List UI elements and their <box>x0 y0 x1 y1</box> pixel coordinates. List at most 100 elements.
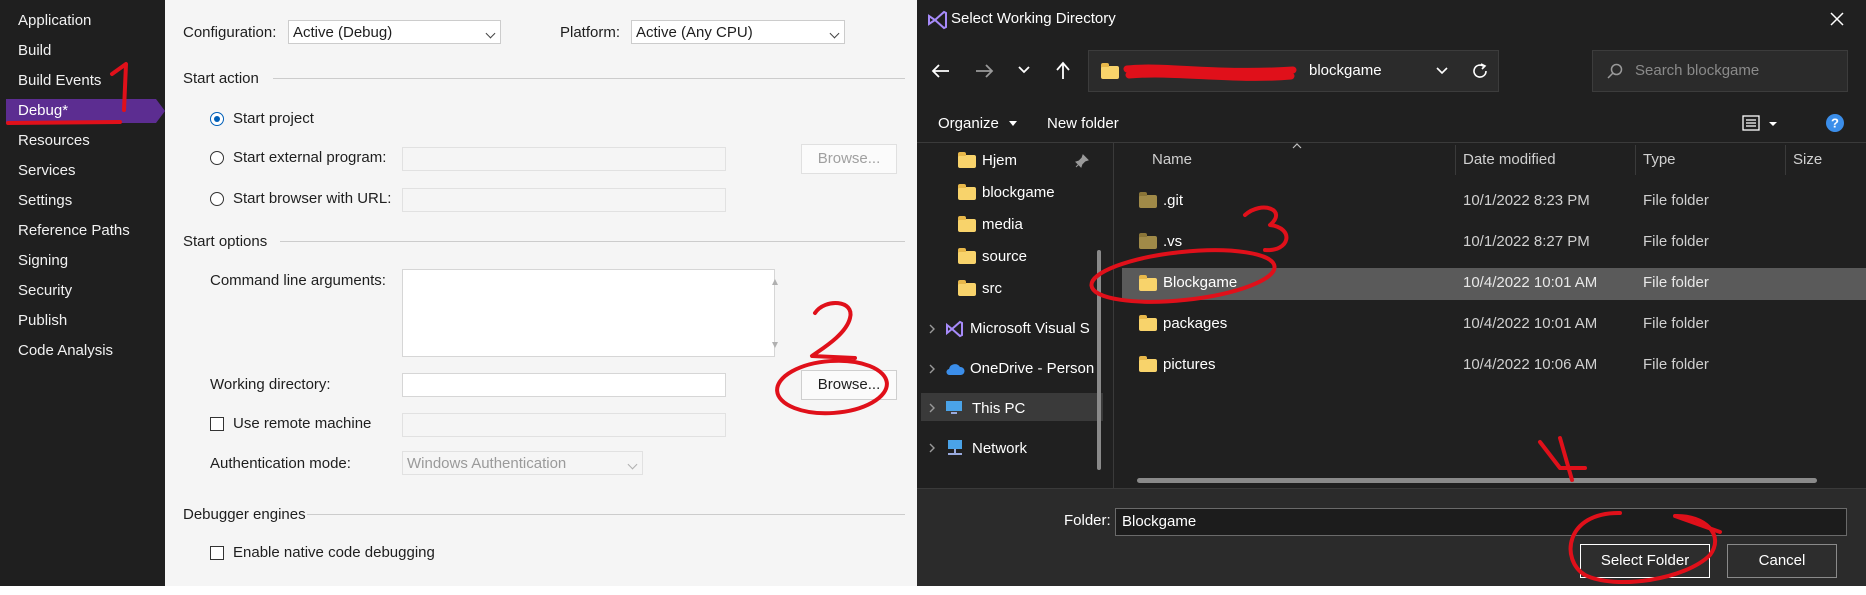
help-icon[interactable]: ? <box>1825 113 1845 133</box>
tree-item-source[interactable]: source <box>982 248 1027 265</box>
row-name: Blockgame <box>1163 274 1238 291</box>
platform-value: Active (Any CPU) <box>636 24 753 41</box>
search-icon <box>1607 63 1623 79</box>
start-project-radio[interactable] <box>210 112 224 126</box>
dialog-footer <box>917 489 1866 586</box>
back-icon[interactable] <box>931 64 950 78</box>
tree-item-microsoft-visual-studio[interactable]: Microsoft Visual S <box>970 320 1090 337</box>
column-divider[interactable] <box>1635 145 1636 175</box>
nav-item-label: Debug* <box>18 102 69 119</box>
browse-working-dir-button[interactable]: Browse... <box>801 370 897 400</box>
organize-menu[interactable]: Organize <box>938 115 999 132</box>
start-action-header: Start action <box>183 70 259 87</box>
computer-icon <box>946 401 962 414</box>
select-folder-button[interactable]: Select Folder <box>1580 544 1710 578</box>
nav-item-application[interactable]: Application <box>18 12 91 29</box>
tree-item-onedrive[interactable]: OneDrive - Person <box>970 360 1094 377</box>
expand-chevron-icon[interactable] <box>929 364 935 374</box>
tree-item-this-pc[interactable]: This PC <box>972 400 1025 417</box>
nav-item-settings[interactable]: Settings <box>18 192 72 209</box>
row-type: File folder <box>1643 192 1709 209</box>
remote-machine-field[interactable] <box>402 413 726 437</box>
tree-item-blockgame[interactable]: blockgame <box>982 184 1055 201</box>
forward-icon[interactable] <box>975 64 994 78</box>
column-header-type[interactable]: Type <box>1643 151 1676 168</box>
cloud-icon <box>946 364 965 376</box>
nav-item-debug[interactable]: Debug* <box>6 99 156 123</box>
address-bar[interactable]: blockgame <box>1088 50 1499 92</box>
tree-scrollbar[interactable] <box>1097 250 1101 470</box>
browse-external-button[interactable]: Browse... <box>801 144 897 174</box>
column-header-size[interactable]: Size <box>1793 151 1822 168</box>
search-box[interactable]: Search blockgame <box>1592 50 1848 92</box>
native-debug-label: Enable native code debugging <box>233 544 435 561</box>
configuration-dropdown[interactable]: Active (Debug) <box>288 20 501 44</box>
auth-mode-value: Windows Authentication <box>407 455 567 472</box>
tree-item-network[interactable]: Network <box>972 440 1027 457</box>
expand-chevron-icon[interactable] <box>929 324 935 334</box>
view-options-icon[interactable] <box>1742 114 1778 132</box>
nav-item-resources[interactable]: Resources <box>18 132 90 149</box>
column-divider[interactable] <box>1785 145 1786 175</box>
browser-url-field[interactable] <box>402 188 726 212</box>
external-program-field[interactable] <box>402 147 726 171</box>
new-folder-button[interactable]: New folder <box>1047 115 1119 132</box>
left-nav: Debug* Application Build Build Events Re… <box>0 0 165 586</box>
cmd-args-label: Command line arguments: <box>210 272 386 289</box>
chevron-down-icon <box>485 28 496 39</box>
row-name: .vs <box>1163 233 1183 250</box>
nav-item-security[interactable]: Security <box>18 282 72 299</box>
tree-item-media[interactable]: media <box>982 216 1023 233</box>
close-icon[interactable] <box>1830 12 1844 26</box>
nav-item-code-analysis[interactable]: Code Analysis <box>18 342 113 359</box>
chevron-down-icon[interactable] <box>1436 67 1448 75</box>
divider <box>280 241 905 242</box>
folder-icon <box>958 152 976 168</box>
folder-icon <box>1139 275 1157 291</box>
column-divider[interactable] <box>1455 145 1456 175</box>
start-options-header: Start options <box>183 233 268 250</box>
nav-item-build-events[interactable]: Build Events <box>18 72 101 89</box>
start-project-label: Start project <box>233 110 314 127</box>
divider <box>1113 143 1114 488</box>
horizontal-scrollbar[interactable] <box>1137 478 1817 483</box>
start-external-radio[interactable] <box>210 151 224 165</box>
row-type: File folder <box>1643 233 1709 250</box>
nav-item-signing[interactable]: Signing <box>18 252 68 269</box>
nav-item-services[interactable]: Services <box>18 162 76 179</box>
tree-item-src[interactable]: src <box>982 280 1002 297</box>
start-browser-radio[interactable] <box>210 192 224 206</box>
column-header-date-modified[interactable]: Date modified <box>1463 151 1556 168</box>
recent-locations-icon[interactable] <box>1018 66 1030 74</box>
folder-icon <box>958 216 976 232</box>
refresh-icon[interactable] <box>1472 63 1488 79</box>
working-dir-field[interactable] <box>402 373 726 397</box>
expand-chevron-icon[interactable] <box>929 443 935 453</box>
folder-input[interactable]: Blockgame <box>1115 508 1847 536</box>
start-browser-label: Start browser with URL: <box>233 190 392 207</box>
scroll-down-icon[interactable] <box>165 0 778 348</box>
cancel-button[interactable]: Cancel <box>1727 544 1837 578</box>
cmd-args-textarea[interactable] <box>402 269 775 357</box>
platform-dropdown[interactable]: Active (Any CPU) <box>631 20 845 44</box>
folder-input-value: Blockgame <box>1122 513 1197 530</box>
use-remote-checkbox[interactable] <box>210 417 224 431</box>
tree-item-hjem[interactable]: Hjem <box>982 152 1017 169</box>
use-remote-label: Use remote machine <box>233 415 372 432</box>
up-icon[interactable] <box>1056 61 1070 80</box>
nav-item-reference-paths[interactable]: Reference Paths <box>18 222 130 239</box>
native-debug-checkbox[interactable] <box>210 546 224 560</box>
folder-label: Folder: <box>1064 512 1111 529</box>
nav-item-build[interactable]: Build <box>18 42 51 59</box>
expand-chevron-icon[interactable] <box>929 403 935 413</box>
redaction-scribble <box>1123 64 1297 81</box>
visual-studio-icon <box>928 10 947 30</box>
divider <box>273 78 905 79</box>
row-type: File folder <box>1643 356 1709 373</box>
table-row-selected[interactable]: Blockgame 10/4/2022 10:01 AM File folder <box>1122 268 1866 300</box>
column-header-name[interactable]: Name <box>1152 151 1192 168</box>
folder-icon <box>958 184 976 200</box>
auth-mode-dropdown[interactable]: Windows Authentication <box>402 451 643 475</box>
nav-item-publish[interactable]: Publish <box>18 312 67 329</box>
folder-icon <box>958 248 976 264</box>
